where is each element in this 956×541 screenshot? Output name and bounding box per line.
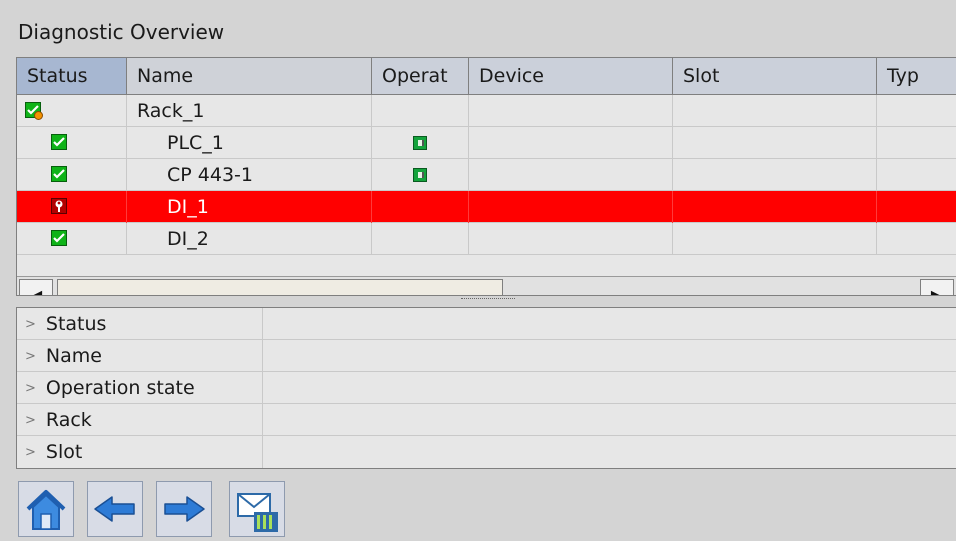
chevron-right-icon: > xyxy=(25,348,36,364)
slot-cell xyxy=(673,127,877,159)
device-cell xyxy=(469,95,673,127)
name-cell: DI_2 xyxy=(127,223,372,255)
detail-panel: > Status > Name > Operation state > Rack > Sl… xyxy=(16,307,956,469)
forward-arrow-icon xyxy=(164,496,205,522)
type-cell xyxy=(877,127,956,159)
detail-row-name: > Name xyxy=(17,340,956,372)
run-state-icon xyxy=(413,168,427,182)
scrollbar-thumb[interactable] xyxy=(57,279,503,295)
slot-cell xyxy=(673,159,877,191)
operating-state-cell xyxy=(372,95,469,127)
detail-row-operation-state: > Operation state xyxy=(17,372,956,404)
detail-label: Rack xyxy=(45,409,92,431)
device-cell xyxy=(469,223,673,255)
type-cell xyxy=(877,159,956,191)
slot-cell xyxy=(673,223,877,255)
detail-row-status: > Status xyxy=(17,308,956,340)
horizontal-scrollbar[interactable]: ◀ ▶ xyxy=(17,276,956,296)
scroll-left-button[interactable]: ◀ xyxy=(19,279,53,296)
name-cell: Rack_1 xyxy=(127,95,372,127)
scroll-right-arrow-icon: ▶ xyxy=(930,285,944,296)
operating-state-cell xyxy=(372,127,469,159)
status-cell xyxy=(17,95,127,127)
name-cell: DI_1 xyxy=(127,191,372,223)
slot-cell xyxy=(673,95,877,127)
panel-title: Diagnostic Overview xyxy=(18,20,225,44)
back-button[interactable] xyxy=(87,481,143,537)
slot-cell xyxy=(673,191,877,223)
status-cell xyxy=(17,191,127,223)
name-cell: CP 443-1 xyxy=(127,159,372,191)
home-button[interactable] xyxy=(18,481,74,537)
operating-state-cell xyxy=(372,191,469,223)
device-cell xyxy=(469,191,673,223)
table-row[interactable]: DI_2 xyxy=(17,223,956,255)
status-cell xyxy=(17,127,127,159)
table-row-selected[interactable]: DI_1 xyxy=(17,191,956,223)
ok-check-icon xyxy=(51,134,67,150)
forward-button[interactable] xyxy=(156,481,212,537)
operating-state-cell xyxy=(372,223,469,255)
device-cell xyxy=(469,127,673,159)
table-row[interactable]: CP 443-1 xyxy=(17,159,956,191)
detail-row-slot: > Slot xyxy=(17,436,956,468)
column-header-name[interactable]: Name xyxy=(127,58,372,95)
chevron-right-icon: > xyxy=(25,316,36,332)
scroll-right-button[interactable]: ▶ xyxy=(920,279,954,296)
table-row[interactable]: Rack_1 xyxy=(17,95,956,127)
device-cell xyxy=(469,159,673,191)
table-row[interactable]: PLC_1 xyxy=(17,127,956,159)
message-mail-icon xyxy=(237,493,278,532)
ok-check-icon xyxy=(51,166,67,182)
chevron-right-icon: > xyxy=(25,380,36,396)
rack-warning-icon xyxy=(25,102,43,120)
type-cell xyxy=(877,223,956,255)
chevron-right-icon: > xyxy=(25,412,36,428)
column-header-status[interactable]: Status xyxy=(17,58,127,95)
run-state-icon xyxy=(413,136,427,150)
back-arrow-icon xyxy=(94,496,135,522)
column-header-slot[interactable]: Slot xyxy=(673,58,877,95)
chevron-right-icon: > xyxy=(25,444,36,460)
ok-check-icon xyxy=(51,230,67,246)
detail-label: Operation state xyxy=(45,377,195,399)
type-cell xyxy=(877,191,956,223)
detail-label: Name xyxy=(45,345,102,367)
name-cell: PLC_1 xyxy=(127,127,372,159)
detail-row-rack: > Rack xyxy=(17,404,956,436)
operating-state-cell xyxy=(372,159,469,191)
maintenance-wrench-icon xyxy=(51,198,67,214)
home-icon xyxy=(26,490,66,530)
column-header-device[interactable]: Device xyxy=(469,58,673,95)
status-cell xyxy=(17,159,127,191)
detail-label: Slot xyxy=(45,441,83,463)
status-cell xyxy=(17,223,127,255)
messages-button[interactable] xyxy=(229,481,285,537)
type-cell xyxy=(877,95,956,127)
column-header-type[interactable]: Typ xyxy=(877,58,956,95)
splitter-handle[interactable] xyxy=(461,298,515,299)
detail-label: Status xyxy=(45,313,107,335)
diagnostic-grid: Status Name Operat Device Slot Typ Rack_… xyxy=(16,57,956,296)
scroll-left-arrow-icon: ◀ xyxy=(29,285,43,296)
column-header-operating-state[interactable]: Operat xyxy=(372,58,469,95)
